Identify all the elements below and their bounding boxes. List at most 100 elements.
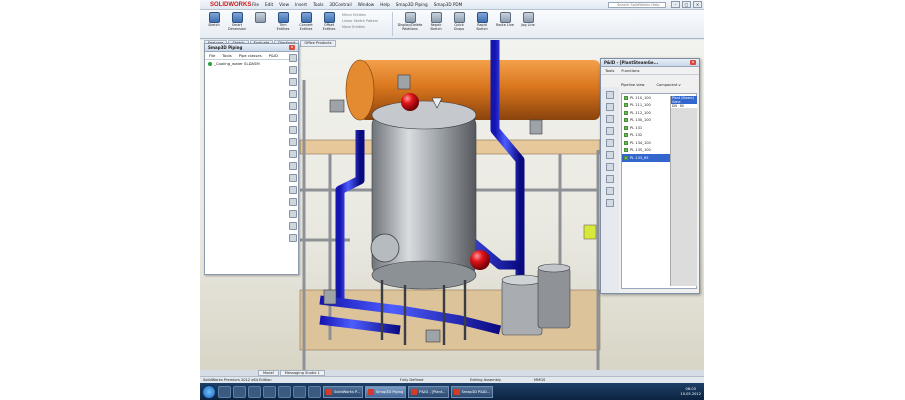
start-button[interactable]	[202, 384, 216, 399]
sketch-button[interactable]: Sketch	[204, 10, 224, 38]
vessel-top-head	[371, 100, 477, 130]
checkbox-icon[interactable]	[624, 118, 628, 123]
minimize-icon[interactable]: –	[671, 1, 680, 8]
taskbar: SolidWorks P... Smap3D Piping P&ID - [Pl…	[200, 383, 704, 400]
pipeline-view-radio[interactable]: Pipeline view	[621, 83, 644, 87]
checkbox-icon[interactable]	[624, 95, 628, 100]
pid-tool-icon-9[interactable]	[606, 187, 614, 195]
checkbox-icon[interactable]	[624, 140, 628, 145]
piping-menu-tools[interactable]: Tools	[222, 53, 231, 58]
pid-tool-icon-10[interactable]	[606, 199, 614, 207]
tool-icon-5[interactable]	[289, 102, 297, 110]
ie-icon[interactable]	[218, 385, 231, 398]
mirror-entities-button[interactable]: Mirror Entities	[342, 13, 388, 17]
offset-entities-button[interactable]: Offset Entities	[319, 10, 339, 38]
pid-icon	[411, 388, 418, 395]
tool-icon-9[interactable]	[289, 150, 297, 158]
menu-file[interactable]: File	[252, 2, 259, 7]
tool-icon-2[interactable]	[289, 66, 297, 74]
excel-icon[interactable]	[293, 385, 306, 398]
pid-tool-icon-7[interactable]	[606, 163, 614, 171]
menu-items: File Edit View Insert Tools 3DContrail W…	[252, 2, 462, 7]
property-row[interactable]: DN 80	[671, 104, 697, 108]
pump-assembly	[501, 263, 571, 336]
tool-icon-11[interactable]	[289, 174, 297, 182]
taskbar-item-smap3d-piping[interactable]: Smap3D Piping	[364, 385, 407, 398]
tool-icon-1[interactable]	[289, 54, 297, 62]
explorer-icon[interactable]	[278, 385, 291, 398]
jog-line-button[interactable]: Jog Line	[518, 10, 538, 38]
ribbon-divider	[392, 12, 393, 36]
sketch-tools-group[interactable]	[250, 10, 270, 38]
word-icon[interactable]	[263, 385, 276, 398]
piping-menu-pipe-classes[interactable]: Pipe classes	[239, 53, 262, 58]
menu-edit[interactable]: Edit	[265, 2, 273, 7]
taskbar-clock[interactable]: 08:03 10.05.2012	[680, 387, 704, 395]
piping-menu-pid[interactable]: P&ID	[269, 53, 278, 58]
selection-sphere-top	[401, 93, 419, 111]
tool-icon-7[interactable]	[289, 126, 297, 134]
maximize-icon[interactable]: □	[682, 1, 691, 8]
status-units[interactable]: MMGS	[534, 378, 545, 382]
route-line-button[interactable]: Route Line	[495, 10, 515, 38]
linear-pattern-button[interactable]: Linear Sketch Pattern	[342, 19, 388, 23]
tool-icon-6[interactable]	[289, 114, 297, 122]
checkbox-icon[interactable]	[624, 125, 628, 130]
tool-icon-12[interactable]	[289, 186, 297, 194]
taskbar-item-solidworks[interactable]: SolidWorks P...	[323, 385, 363, 398]
solidworks-icon[interactable]	[308, 385, 321, 398]
tool-icon-14[interactable]	[289, 210, 297, 218]
menu-window[interactable]: Window	[358, 2, 375, 7]
close-icon[interactable]: ×	[693, 1, 702, 8]
menu-insert[interactable]: Insert	[295, 2, 307, 7]
tool-icon-10[interactable]	[289, 162, 297, 170]
tool-icon-13[interactable]	[289, 198, 297, 206]
media-player-icon[interactable]	[248, 385, 261, 398]
tab-office-products[interactable]: Office Products	[300, 40, 336, 47]
tool-icon-4[interactable]	[289, 90, 297, 98]
pid-tool-icon-5[interactable]	[606, 139, 614, 147]
pid-tool-icon-4[interactable]	[606, 127, 614, 135]
tool-icon-8[interactable]	[289, 138, 297, 146]
checkbox-icon[interactable]	[624, 148, 628, 153]
display-relations-button[interactable]: Display/Delete Relations	[397, 10, 423, 38]
menu-smap3d-pdm[interactable]: Smap3D PDM	[434, 2, 463, 7]
checkbox-icon[interactable]	[624, 103, 628, 108]
pid-tool-icon-2[interactable]	[606, 103, 614, 111]
tool-icon-15[interactable]	[289, 222, 297, 230]
smart-dimension-button[interactable]: Smart Dimension	[227, 10, 247, 38]
checkbox-icon[interactable]	[624, 155, 628, 160]
help-search-input[interactable]: Search SolidWorks Help	[608, 2, 666, 8]
command-manager: Sketch Smart Dimension Trim Entities Con…	[200, 10, 704, 39]
tool-icon-16[interactable]	[289, 234, 297, 242]
menu-smap3d-piping[interactable]: Smap3D Piping	[396, 2, 428, 7]
close-icon[interactable]: ×	[690, 60, 696, 65]
rapid-sketch-button[interactable]: Rapid Sketch	[472, 10, 492, 38]
menu-help[interactable]: Help	[380, 2, 390, 7]
convert-entities-button[interactable]: Convert Entities	[296, 10, 316, 38]
firefox-icon[interactable]	[233, 385, 246, 398]
quick-snaps-button[interactable]: Quick Snaps	[449, 10, 469, 38]
checkbox-icon[interactable]	[624, 133, 628, 138]
taskbar-item-smap3d-pid[interactable]: Smap3D P&ID...	[450, 385, 494, 398]
menu-view[interactable]: View	[279, 2, 289, 7]
component-view-radio[interactable]: Component v	[656, 83, 680, 87]
pid-menu-functions[interactable]: Functions	[621, 68, 639, 73]
move-entities-button[interactable]: Move Entities	[342, 25, 388, 29]
pid-tool-icon-8[interactable]	[606, 175, 614, 183]
tool-icon-3[interactable]	[289, 78, 297, 86]
pipeline-list: PL 110_100 PL 111_100 PL 112_100 PL 130_…	[621, 93, 697, 289]
tree-item-assembly[interactable]: _Cooling_water SLDASM	[205, 60, 298, 67]
vessel-bottom-head	[371, 260, 477, 290]
piping-menu-file[interactable]: File	[209, 53, 215, 58]
pid-tool-icon-3[interactable]	[606, 115, 614, 123]
pid-menu-tools[interactable]: Tools	[605, 68, 614, 73]
pid-tool-icon-1[interactable]	[606, 91, 614, 99]
repair-sketch-button[interactable]: Repair Sketch	[426, 10, 446, 38]
menu-3dcontrail[interactable]: 3DContrail	[329, 2, 351, 7]
trim-entities-button[interactable]: Trim Entities	[273, 10, 293, 38]
checkbox-icon[interactable]	[624, 110, 628, 115]
taskbar-item-pid[interactable]: P&ID - [Plant...	[408, 385, 449, 398]
pid-tool-icon-6[interactable]	[606, 151, 614, 159]
menu-tools[interactable]: Tools	[313, 2, 323, 7]
